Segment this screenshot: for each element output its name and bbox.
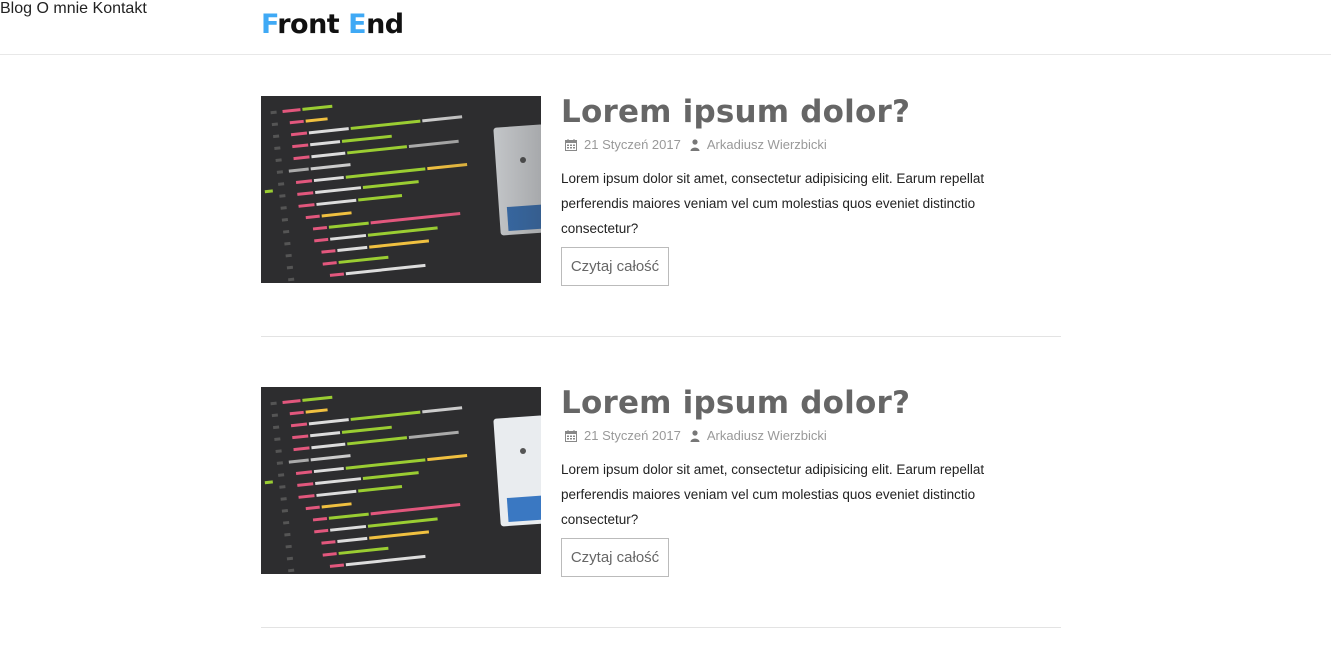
nav-item-kontakt[interactable]: Kontakt bbox=[93, 0, 147, 17]
user-icon bbox=[690, 429, 700, 442]
logo-word-front: ront bbox=[277, 9, 340, 40]
code-screenshot-image bbox=[261, 96, 541, 283]
post-title[interactable]: Lorem ipsum dolor? bbox=[561, 385, 910, 421]
post-author[interactable]: Arkadiusz Wierzbicki bbox=[707, 428, 827, 443]
nav-item-o-mnie[interactable]: O mnie bbox=[36, 0, 88, 17]
post-excerpt: Lorem ipsum dolor sit amet, consectetur … bbox=[561, 171, 985, 236]
logo-word-end: nd bbox=[366, 9, 404, 40]
post-meta: 21 Styczeń 2017 Arkadiusz Wierzbicki bbox=[565, 428, 827, 443]
read-more-button[interactable]: Czytaj całość bbox=[561, 538, 669, 577]
main-nav: Blog O mnie Kontakt bbox=[0, 0, 1331, 18]
post-divider bbox=[261, 336, 1061, 337]
code-screenshot-image bbox=[261, 387, 541, 574]
post-meta: 21 Styczeń 2017 Arkadiusz Wierzbicki bbox=[565, 137, 827, 152]
logo-letter-e: E bbox=[348, 9, 367, 40]
nav-item-blog[interactable]: Blog bbox=[0, 0, 32, 17]
calendar-icon bbox=[565, 138, 577, 151]
post-date: 21 Styczeń 2017 bbox=[584, 428, 681, 443]
calendar-icon bbox=[565, 429, 577, 442]
post-date: 21 Styczeń 2017 bbox=[584, 137, 681, 152]
user-icon bbox=[690, 138, 700, 151]
post-excerpt: Lorem ipsum dolor sit amet, consectetur … bbox=[561, 462, 985, 527]
post-thumbnail[interactable] bbox=[261, 387, 541, 574]
logo-letter-f: F bbox=[261, 9, 278, 40]
post-author[interactable]: Arkadiusz Wierzbicki bbox=[707, 137, 827, 152]
site-header: Front End Blog O mnie Kontakt bbox=[0, 0, 1331, 55]
read-more-button[interactable]: Czytaj całość bbox=[561, 247, 669, 286]
post-thumbnail[interactable] bbox=[261, 96, 541, 283]
site-logo[interactable]: Front End bbox=[261, 7, 404, 43]
post-title[interactable]: Lorem ipsum dolor? bbox=[561, 94, 910, 130]
post-divider bbox=[261, 627, 1061, 628]
